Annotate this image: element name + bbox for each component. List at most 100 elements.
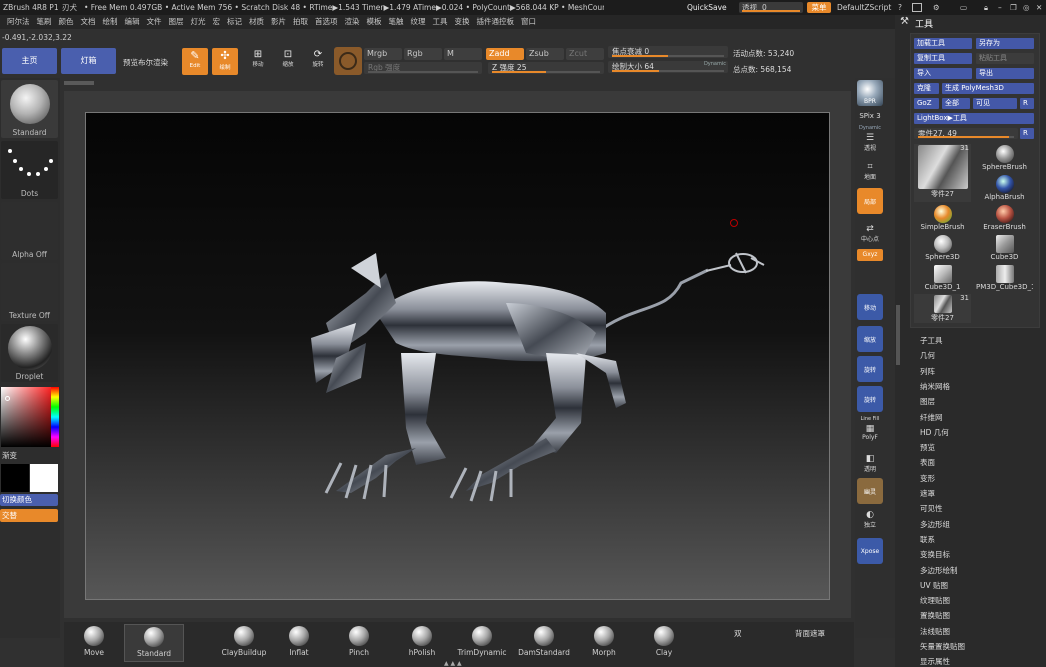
menu-item[interactable]: 颜色 xyxy=(59,15,74,29)
floor-button[interactable]: ⌗ 地面 xyxy=(855,162,885,181)
brush-button[interactable]: ClayBuildup xyxy=(214,624,274,662)
gear-icon[interactable]: ⚙ xyxy=(933,0,940,15)
maximize-icon[interactable]: ❐ xyxy=(1010,0,1017,15)
mrgb-button[interactable]: Mrgb xyxy=(364,48,402,60)
menu-item[interactable]: 编辑 xyxy=(125,15,140,29)
xpose-button[interactable]: Xpose xyxy=(857,538,883,564)
tool-subpalette-item[interactable]: HD 几何 xyxy=(920,427,949,438)
local-button[interactable]: 局部 xyxy=(857,188,883,214)
menu-item[interactable]: 灯光 xyxy=(191,15,206,29)
close-icon[interactable]: ✕ xyxy=(1036,0,1042,15)
tool-subpalette-item[interactable]: 图层 xyxy=(920,396,935,407)
visible-button[interactable]: 可见 xyxy=(973,98,1017,109)
xyz-button[interactable]: Gxyz xyxy=(857,249,883,261)
zadd-button[interactable]: Zadd xyxy=(486,48,524,60)
edit-button[interactable]: ✎ Edit xyxy=(182,48,208,75)
shelf-collapse-icon[interactable]: ▲ ▲ ▲ xyxy=(444,661,484,667)
menu-item[interactable]: 材质 xyxy=(249,15,264,29)
lock-icon[interactable]: 🔒︎ xyxy=(984,0,988,15)
panel-scroll[interactable] xyxy=(896,305,900,365)
tool-thumbnail[interactable]: SphereBrush xyxy=(976,144,1033,173)
ghost-button[interactable]: 幽灵 xyxy=(857,478,883,504)
menu-item[interactable]: 纹理 xyxy=(411,15,426,29)
stroke-selector[interactable]: Dots xyxy=(1,141,58,199)
brush-button[interactable]: DamStandard xyxy=(514,624,574,662)
tool-subpalette-item[interactable]: 多边形绘制 xyxy=(920,565,958,576)
home-button[interactable]: 主页 xyxy=(2,48,57,74)
load-tool-button[interactable]: 加载工具 xyxy=(914,38,972,49)
spix-control[interactable]: SPix 3 xyxy=(855,112,885,120)
color-picker[interactable] xyxy=(1,387,59,447)
move-mode-button[interactable]: ⊞ 移动 xyxy=(245,49,271,75)
tool-thumbnail[interactable]: Sphere3D xyxy=(914,234,971,263)
material-selector[interactable]: Droplet xyxy=(1,324,58,382)
tool-subpalette-item[interactable]: 联系 xyxy=(920,534,935,545)
default-zscript[interactable]: DefaultZScript xyxy=(837,0,891,15)
current-tool-slider[interactable]: 零件27. 49 xyxy=(914,128,1018,139)
lightbox-button[interactable]: 灯箱 xyxy=(61,48,116,74)
m-button[interactable]: M xyxy=(444,48,482,60)
preview-render-button[interactable]: 预览布尔渲染 xyxy=(123,57,168,68)
tool-subpalette-item[interactable]: 纳米网格 xyxy=(920,381,950,392)
alpha-selector[interactable]: Alpha Off xyxy=(1,202,58,260)
main-color-swatch[interactable] xyxy=(1,464,29,492)
menu-item[interactable]: 图层 xyxy=(169,15,184,29)
menu-item[interactable]: 文档 xyxy=(81,15,96,29)
clone-button[interactable]: 克隆 xyxy=(914,83,939,94)
tool-thumbnail[interactable]: AlphaBrush xyxy=(976,174,1033,203)
material-swatch[interactable] xyxy=(334,47,362,75)
z-intensity-slider[interactable]: Z 强度 25 xyxy=(488,62,604,74)
tool-subpalette-item[interactable]: 矢量置换贴图 xyxy=(920,641,965,652)
tool-subpalette-item[interactable]: 多边形组 xyxy=(920,519,950,530)
export-button[interactable]: 导出 xyxy=(976,68,1034,79)
color-cursor-icon[interactable] xyxy=(5,396,10,401)
copy-tool-button[interactable]: 复制工具 xyxy=(914,53,972,64)
brush-button[interactable]: Morph xyxy=(574,624,634,662)
menu-item[interactable]: 阿尔法 xyxy=(7,15,30,29)
quicksave-button[interactable]: QuickSave xyxy=(687,0,727,15)
zcut-button[interactable]: Zcut xyxy=(566,48,604,60)
r-button-2[interactable]: R xyxy=(1020,128,1034,139)
tool-thumbnail[interactable]: SimpleBrush xyxy=(914,204,971,233)
tool-subpalette-item[interactable]: 法线贴图 xyxy=(920,626,950,637)
tool-subpalette-item[interactable]: 预览 xyxy=(920,442,935,453)
save-as-button[interactable]: 另存为 xyxy=(976,38,1034,49)
dynamic-toggle[interactable]: Dynamic xyxy=(855,125,885,131)
menu-item[interactable]: 插件通控板 xyxy=(477,15,515,29)
minimize-icon[interactable]: – xyxy=(998,0,1002,15)
menu-item[interactable]: 渲染 xyxy=(345,15,360,29)
tool-subpalette-item[interactable]: 表面 xyxy=(920,457,935,468)
draw-size-slider[interactable]: 绘制大小 64 Dynamic xyxy=(608,61,728,73)
tool-subpalette-item[interactable]: 变形 xyxy=(920,473,935,484)
brush-button[interactable]: Clay xyxy=(634,624,694,662)
texture-selector[interactable]: Texture Off xyxy=(1,263,58,321)
perspective-button[interactable]: ☰ 透视 xyxy=(855,133,885,152)
brush-button[interactable]: Standard xyxy=(124,624,184,662)
view-rotate-button[interactable]: 旋转 xyxy=(857,386,883,412)
menu-button[interactable]: 菜单 xyxy=(807,2,831,13)
alternate-button[interactable]: 交替 xyxy=(0,509,58,522)
tool-subpalette-item[interactable]: 变换目标 xyxy=(920,549,950,560)
all-button[interactable]: 全部 xyxy=(942,98,970,109)
menu-item[interactable]: 文件 xyxy=(147,15,162,29)
tool-subpalette-item[interactable]: 纤维网 xyxy=(920,412,943,423)
tool-thumbnail[interactable]: Cube3D xyxy=(976,234,1033,263)
brush-button[interactable]: Pinch xyxy=(329,624,389,662)
transp-button[interactable]: ◧ 透明 xyxy=(855,454,885,473)
menu-item[interactable]: 拍取 xyxy=(293,15,308,29)
frame-button[interactable]: ⇄ 中心点 xyxy=(855,224,885,243)
zsub-button[interactable]: Zsub xyxy=(526,48,564,60)
tool-thumbnail[interactable]: Cube3D_1 xyxy=(914,264,971,293)
tool-thumbnail[interactable]: 31 零件27 xyxy=(914,294,971,323)
menu-item[interactable]: 笔刷 xyxy=(37,15,52,29)
menu-item[interactable]: 变换 xyxy=(455,15,470,29)
tool-subpalette-item[interactable]: 几何 xyxy=(920,350,935,361)
menu-toggle-icon[interactable]: ▭ xyxy=(960,0,967,15)
tool-subpalette-item[interactable]: UV 贴图 xyxy=(920,580,948,591)
goz-button[interactable]: GoZ xyxy=(914,98,939,109)
tool-thumbnail[interactable]: PM3D_Cube3D_1 xyxy=(976,264,1033,293)
scale-mode-button[interactable]: ⊡ 缩放 xyxy=(275,49,301,75)
document-canvas[interactable] xyxy=(85,112,830,600)
menu-item[interactable]: 宏 xyxy=(213,15,221,29)
move-view-button[interactable]: 移动 xyxy=(857,294,883,320)
